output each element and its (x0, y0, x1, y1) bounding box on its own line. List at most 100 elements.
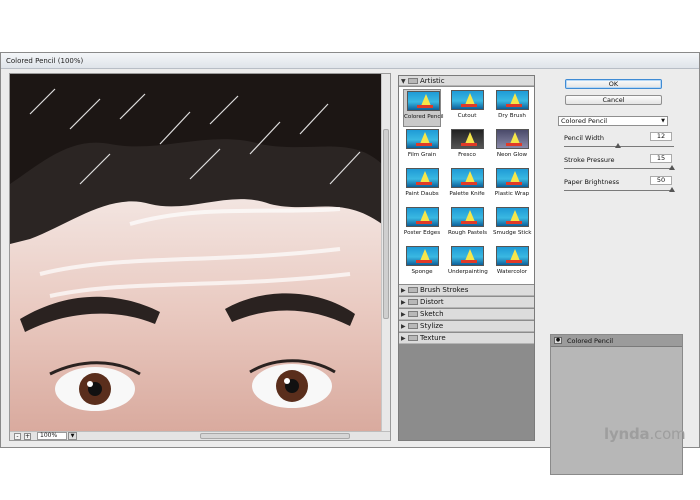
filter-label: Cutout (457, 113, 477, 119)
preview-pane[interactable]: - + 100% ▼ (9, 73, 391, 441)
filter-thumb-colored-pencil[interactable]: Colored Pencil (403, 89, 444, 127)
filter-preview-icon (496, 246, 529, 266)
category-stylize[interactable]: ▶ Stylize (399, 321, 534, 332)
paper-brightness-field[interactable]: 50 (650, 176, 672, 185)
watermark-brand: lynda (604, 425, 650, 443)
folder-icon (408, 323, 418, 329)
category-label: Brush Strokes (420, 286, 469, 294)
filter-thumb-palette-knife[interactable]: Palette Knife (448, 167, 486, 205)
filter-select-value: Colored Pencil (561, 117, 608, 125)
filter-gallery-window: Colored Pencil (100%) - + 100% ▼ ▼ Artis… (0, 52, 700, 475)
category-brush-strokes[interactable]: ▶ Brush Strokes (399, 285, 534, 296)
filter-thumb-poster-edges[interactable]: Poster Edges (403, 206, 441, 244)
pencil-width-field[interactable]: 12 (650, 132, 672, 141)
effect-layer-label: Colored Pencil (567, 337, 614, 345)
folder-icon (408, 287, 418, 293)
category-label: Distort (420, 298, 444, 306)
ok-button[interactable]: OK (565, 79, 662, 89)
collapsed-arrow-icon: ▶ (401, 299, 406, 306)
folder-icon (408, 335, 418, 341)
stroke-pressure-slider[interactable] (564, 165, 675, 170)
category-label: Stylize (420, 322, 444, 330)
collapsed-arrow-icon: ▶ (401, 335, 406, 342)
zoom-out-button[interactable]: - (14, 433, 21, 440)
category-label: Texture (420, 334, 446, 342)
title-bar: Colored Pencil (100%) (1, 53, 699, 69)
category-label: Artistic (420, 77, 445, 85)
filter-preview-icon (406, 129, 439, 149)
filter-thumbnails: Colored Pencil Cutout Dry Brush Film Gra… (399, 87, 534, 284)
filter-preview-icon (451, 168, 484, 188)
lynda-watermark: lynda.com (604, 425, 686, 443)
paper-brightness-label: Paper Brightness (564, 178, 620, 186)
eye-icon[interactable]: ● (554, 337, 562, 344)
zoom-dropdown-button[interactable]: ▼ (68, 432, 77, 440)
filter-thumb-film-grain[interactable]: Film Grain (403, 128, 441, 166)
zoom-level-field[interactable]: 100% (37, 432, 67, 440)
filter-thumb-underpainting[interactable]: Underpainting (448, 245, 488, 283)
filter-thumb-neon-glow[interactable]: Neon Glow (493, 128, 531, 166)
effect-layers-panel: ● Colored Pencil (550, 334, 683, 475)
stroke-pressure-label: Stroke Pressure (564, 156, 615, 164)
expanded-arrow-icon: ▼ (401, 78, 406, 85)
filter-preview-icon (451, 246, 484, 266)
filter-thumb-dry-brush[interactable]: Dry Brush (493, 89, 531, 127)
filter-label: Film Grain (407, 152, 437, 158)
filter-preview-icon (496, 207, 529, 227)
filter-thumb-paint-daubs[interactable]: Paint Daubs (403, 167, 441, 205)
filter-preview-icon (406, 246, 439, 266)
filter-thumb-fresco[interactable]: Fresco (448, 128, 486, 166)
vertical-scroll-thumb[interactable] (383, 129, 389, 319)
collapsed-arrow-icon: ▶ (401, 311, 406, 318)
filter-thumb-sponge[interactable]: Sponge (403, 245, 441, 283)
filter-label: Fresco (458, 152, 476, 158)
filter-preview-icon (451, 90, 484, 110)
filter-thumb-cutout[interactable]: Cutout (448, 89, 486, 127)
filter-label: Plastic Wrap (494, 191, 530, 197)
folder-icon (408, 311, 418, 317)
collapsed-arrow-icon: ▶ (401, 323, 406, 330)
effect-layer-row[interactable]: ● Colored Pencil (551, 335, 682, 347)
filter-preview-icon (496, 168, 529, 188)
filter-thumb-watercolor[interactable]: Watercolor (493, 245, 531, 283)
filter-label: Rough Pastels (448, 230, 488, 236)
category-texture[interactable]: ▶ Texture (399, 333, 534, 344)
category-label: Sketch (420, 310, 444, 318)
chevron-down-icon: ▼ (661, 118, 665, 124)
category-sketch[interactable]: ▶ Sketch (399, 309, 534, 320)
slider-knob[interactable] (669, 187, 675, 192)
folder-icon (408, 299, 418, 305)
preview-image[interactable] (10, 74, 382, 432)
horizontal-scroll-thumb[interactable] (200, 433, 350, 439)
filter-thumb-plastic-wrap[interactable]: Plastic Wrap (493, 167, 531, 205)
cancel-button[interactable]: Cancel (565, 95, 662, 105)
watermark-suffix: .com (649, 425, 686, 443)
category-distort[interactable]: ▶ Distort (399, 297, 534, 308)
category-artistic[interactable]: ▼ Artistic (399, 76, 534, 86)
stroke-pressure-field[interactable]: 15 (650, 154, 672, 163)
slider-knob[interactable] (669, 165, 675, 170)
filter-label: Dry Brush (498, 113, 526, 119)
filter-label: Colored Pencil (404, 114, 444, 120)
filter-preview-icon (451, 129, 484, 149)
zoom-in-button[interactable]: + (24, 433, 31, 440)
paper-brightness-slider[interactable] (564, 187, 675, 192)
filter-label: Poster Edges (403, 230, 441, 236)
slider-knob[interactable] (615, 143, 621, 148)
filter-thumb-smudge-stick[interactable]: Smudge Stick (493, 206, 531, 244)
collapsed-arrow-icon: ▶ (401, 287, 406, 294)
vertical-scrollbar[interactable] (381, 74, 390, 432)
filter-preview-icon (496, 129, 529, 149)
filter-label: Smudge Stick (493, 230, 532, 236)
filter-preview-icon (451, 207, 484, 227)
pencil-width-slider[interactable] (564, 143, 674, 148)
filter-label: Palette Knife (449, 191, 485, 197)
window-title: Colored Pencil (100%) (6, 57, 84, 65)
pencil-width-label: Pencil Width (564, 134, 604, 142)
filter-label: Neon Glow (496, 152, 528, 158)
filter-label: Sponge (411, 269, 433, 275)
filter-select[interactable]: Colored Pencil ▼ (558, 116, 668, 126)
filter-preview-icon (407, 91, 440, 111)
filter-thumb-rough-pastels[interactable]: Rough Pastels (448, 206, 488, 244)
filter-label: Underpainting (448, 269, 488, 275)
